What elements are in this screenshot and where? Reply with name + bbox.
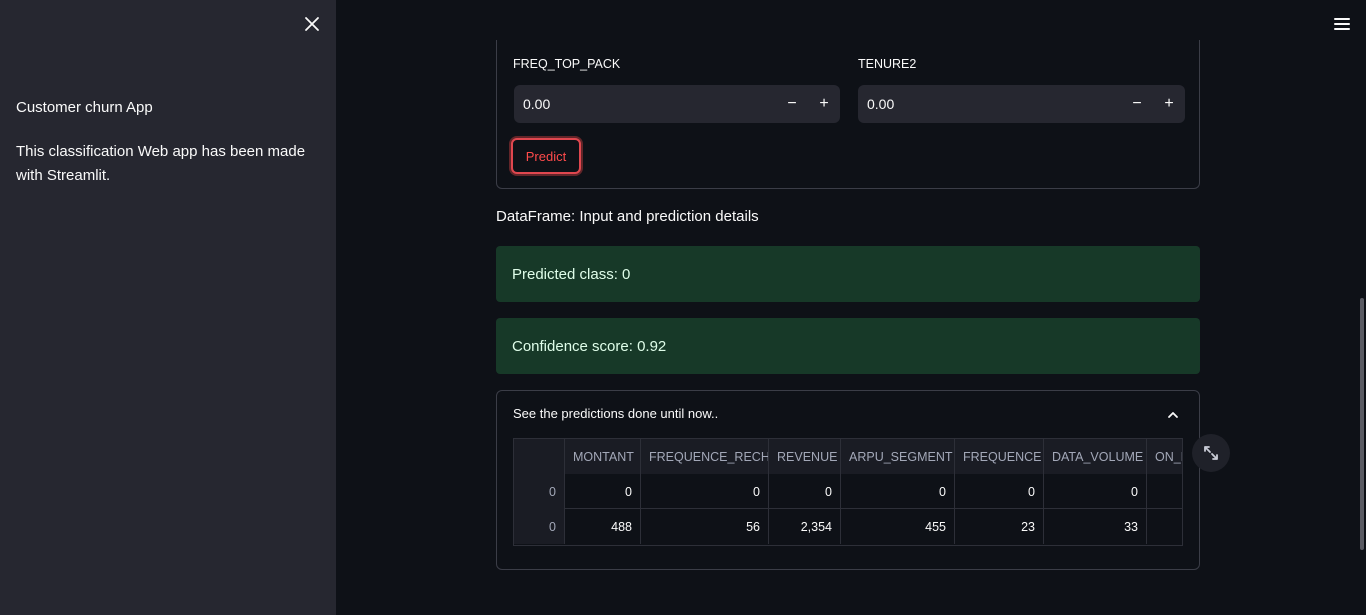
- prediction-form: FREQ_TOP_PACK 0.00 − + TENURE2 0.00 − + …: [496, 40, 1200, 189]
- table-header-cell[interactable]: DATA_VOLUME: [1044, 439, 1147, 474]
- page-scrollbar-thumb[interactable]: [1360, 298, 1364, 550]
- field-label-tenure2: TENURE2: [858, 57, 917, 71]
- table-header-cell[interactable]: ARPU_SEGMENT: [841, 439, 955, 474]
- table-cell[interactable]: [1147, 509, 1182, 544]
- table-cell[interactable]: 23: [955, 509, 1044, 544]
- table-header-cell[interactable]: MONTANT: [565, 439, 641, 474]
- tenure2-value[interactable]: 0.00: [858, 96, 1121, 112]
- sidebar-description: This classification Web app has been mad…: [16, 143, 306, 184]
- freq-top-pack-value[interactable]: 0.00: [514, 96, 776, 112]
- fullscreen-icon: [1204, 446, 1218, 460]
- freq-top-pack-decrement[interactable]: −: [776, 85, 808, 123]
- table-cell[interactable]: 455: [841, 509, 955, 544]
- sidebar-title: Customer churn App: [16, 99, 153, 116]
- table-cell[interactable]: 2,354: [769, 509, 841, 544]
- tenure2-decrement[interactable]: −: [1121, 85, 1153, 123]
- table-row: 0 0 0 0 0 0 0: [514, 474, 1182, 509]
- table-row: 0 488 56 2,354 455 23 33: [514, 509, 1182, 544]
- sidebar: Customer churn App This classification W…: [0, 0, 336, 615]
- predicted-class-alert: Predicted class: 0: [496, 246, 1200, 302]
- field-label-freq-top-pack: FREQ_TOP_PACK: [513, 57, 621, 71]
- table-cell[interactable]: 0: [641, 474, 769, 509]
- predict-button[interactable]: Predict: [511, 138, 581, 174]
- table-cell[interactable]: 0: [1044, 474, 1147, 509]
- table-cell[interactable]: 56: [641, 509, 769, 544]
- table-index-cell: 0: [514, 509, 565, 544]
- close-sidebar-button[interactable]: [302, 14, 322, 34]
- table-header-row: MONTANT FREQUENCE_RECH REVENUE ARPU_SEGM…: [514, 439, 1182, 474]
- expander-title[interactable]: See the predictions done until now..: [513, 406, 718, 421]
- table-cell[interactable]: [1147, 474, 1182, 509]
- table-header-cell[interactable]: FREQUENCE: [955, 439, 1044, 474]
- table-index-cell: 0: [514, 474, 565, 509]
- table-cell[interactable]: 0: [955, 474, 1044, 509]
- predictions-table[interactable]: MONTANT FREQUENCE_RECH REVENUE ARPU_SEGM…: [513, 438, 1183, 546]
- confidence-score-alert: Confidence score: 0.92: [496, 318, 1200, 374]
- table-header-cell[interactable]: FREQUENCE_RECH: [641, 439, 769, 474]
- table-header-cell[interactable]: REVENUE: [769, 439, 841, 474]
- table-cell[interactable]: 488: [565, 509, 641, 544]
- chevron-up-icon: [1168, 412, 1178, 418]
- table-header-cell[interactable]: ON_N: [1147, 439, 1182, 474]
- close-icon: [305, 17, 319, 31]
- table-cell[interactable]: 0: [565, 474, 641, 509]
- expander-toggle[interactable]: [1164, 406, 1182, 424]
- main-menu-button[interactable]: [1331, 14, 1353, 34]
- dataframe-caption: DataFrame: Input and prediction details: [496, 208, 759, 225]
- fullscreen-button[interactable]: [1192, 434, 1230, 472]
- hamburger-menu-icon: [1334, 18, 1350, 30]
- table-cell[interactable]: 0: [841, 474, 955, 509]
- tenure2-increment[interactable]: +: [1153, 85, 1185, 123]
- table-cell[interactable]: 0: [769, 474, 841, 509]
- table-header-cell: [514, 439, 565, 474]
- predictions-expander: See the predictions done until now.. MON…: [496, 390, 1200, 570]
- table-cell[interactable]: 33: [1044, 509, 1147, 544]
- freq-top-pack-increment[interactable]: +: [808, 85, 840, 123]
- tenure2-input[interactable]: 0.00 − +: [858, 85, 1185, 123]
- freq-top-pack-input[interactable]: 0.00 − +: [514, 85, 840, 123]
